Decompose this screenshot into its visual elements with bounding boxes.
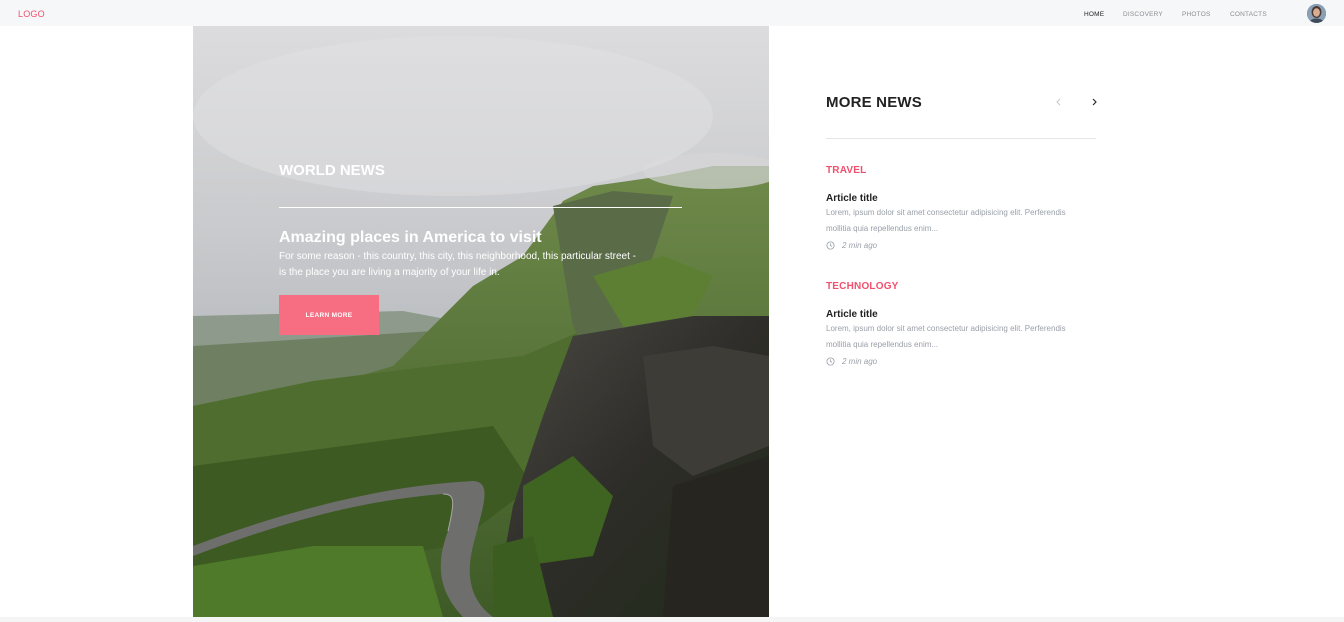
hero-kicker: WORLD NEWS [279, 162, 385, 179]
article-meta: 2 min ago [826, 241, 877, 250]
prev-button[interactable] [1053, 96, 1065, 108]
article-time: 2 min ago [842, 241, 878, 250]
clock-icon [826, 241, 835, 250]
nav-photos[interactable]: PHOTOS [1182, 11, 1211, 18]
article-time: 2 min ago [842, 357, 878, 366]
nav-discovery[interactable]: DISCOVERY [1123, 11, 1163, 18]
article-meta: 2 min ago [826, 357, 877, 366]
nav-contacts[interactable]: CONTACTS [1230, 11, 1267, 18]
avatar-image [1307, 4, 1326, 23]
article-title[interactable]: Article title [826, 309, 878, 320]
hero-card: WORLD NEWS Amazing places in America to … [193, 26, 769, 617]
more-news-heading: MORE NEWS [826, 94, 922, 111]
clock-icon [826, 357, 835, 366]
hero-title: Amazing places in America to visit [279, 229, 542, 246]
next-button[interactable] [1088, 96, 1100, 108]
hero-divider [279, 207, 682, 208]
learn-more-button[interactable]: LEARN MORE [279, 295, 379, 335]
hero-description: For some reason - this country, this cit… [279, 251, 637, 278]
article-category-technology[interactable]: TECHNOLOGY [826, 281, 899, 292]
nav-home[interactable]: HOME [1084, 11, 1104, 18]
chevron-right-icon [1092, 98, 1097, 106]
article-excerpt: Lorem, ipsum dolor sit amet consectetur … [826, 208, 1066, 233]
footer-strip [0, 617, 1344, 622]
logo-link[interactable]: LOGO [18, 9, 45, 19]
user-avatar[interactable] [1307, 4, 1326, 23]
article-excerpt: Lorem, ipsum dolor sit amet consectetur … [826, 324, 1066, 349]
chevron-left-icon [1056, 98, 1061, 106]
article-category-travel[interactable]: TRAVEL [826, 165, 866, 176]
top-navbar: LOGO HOME DISCOVERY PHOTOS CONTACTS [0, 0, 1344, 26]
article-title[interactable]: Article title [826, 193, 878, 204]
sidebar-divider [826, 138, 1096, 139]
